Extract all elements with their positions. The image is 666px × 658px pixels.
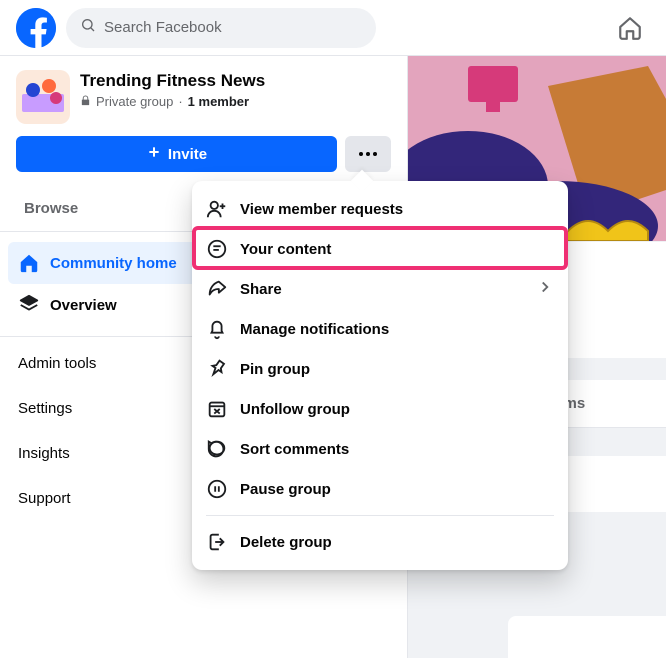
- group-avatar[interactable]: [16, 70, 70, 124]
- sidebar-item-label: Community home: [50, 255, 177, 272]
- menu-item-pin-group[interactable]: Pin group: [192, 349, 568, 389]
- sidebar-item-label: Overview: [50, 297, 117, 314]
- menu-item-share[interactable]: Share: [192, 269, 568, 309]
- menu-item-unfollow-group[interactable]: Unfollow group: [192, 389, 568, 429]
- menu-label: Manage notifications: [240, 321, 389, 338]
- home-icon: [18, 252, 40, 274]
- search-icon: [80, 17, 96, 38]
- separator-dot: ·: [178, 94, 182, 109]
- comment-icon: [206, 438, 228, 460]
- menu-label: View member requests: [240, 201, 403, 218]
- menu-item-sort-comments[interactable]: Sort comments: [192, 429, 568, 469]
- unfollow-icon: [206, 398, 228, 420]
- menu-label: Your content: [240, 241, 331, 258]
- more-options-button[interactable]: [345, 136, 391, 172]
- facebook-logo[interactable]: [16, 8, 56, 48]
- search-input[interactable]: Search Facebook: [66, 8, 376, 48]
- bell-icon: [206, 318, 228, 340]
- pause-icon: [206, 478, 228, 500]
- tab-browse[interactable]: Browse: [0, 186, 102, 231]
- lock-icon: [80, 94, 91, 109]
- invite-label: Invite: [168, 146, 207, 163]
- menu-label: Sort comments: [240, 441, 349, 458]
- menu-separator: [206, 515, 554, 516]
- action-buttons: Invite: [0, 124, 407, 186]
- content-icon: [206, 238, 228, 260]
- menu-item-your-content[interactable]: Your content: [192, 229, 568, 269]
- menu-label: Share: [240, 281, 282, 298]
- menu-item-manage-notifications[interactable]: Manage notifications: [192, 309, 568, 349]
- invite-button[interactable]: Invite: [16, 136, 337, 172]
- chevron-right-icon: [536, 278, 554, 300]
- menu-item-view-member-requests[interactable]: View member requests: [192, 189, 568, 229]
- ellipsis-icon: [359, 152, 377, 156]
- menu-item-pause-group[interactable]: Pause group: [192, 469, 568, 509]
- plus-icon: [146, 144, 162, 164]
- more-options-menu: View member requests Your content Share …: [192, 181, 568, 570]
- home-button[interactable]: [610, 8, 650, 48]
- search-placeholder: Search Facebook: [104, 19, 222, 36]
- group-privacy: Private group: [96, 94, 173, 109]
- menu-label: Delete group: [240, 534, 332, 551]
- menu-label: Unfollow group: [240, 401, 350, 418]
- group-name[interactable]: Trending Fitness News: [80, 70, 265, 92]
- group-info: Trending Fitness News Private group · 1 …: [80, 70, 265, 109]
- share-icon: [206, 278, 228, 300]
- menu-label: Pause group: [240, 481, 331, 498]
- person-plus-icon: [206, 198, 228, 220]
- group-header: Trending Fitness News Private group · 1 …: [0, 56, 407, 124]
- top-bar: Search Facebook: [0, 0, 666, 56]
- menu-label: Pin group: [240, 361, 310, 378]
- layers-icon: [18, 294, 40, 316]
- pin-icon: [206, 358, 228, 380]
- feed-card: [508, 616, 666, 658]
- exit-icon: [206, 531, 228, 553]
- menu-item-delete-group[interactable]: Delete group: [192, 522, 568, 562]
- group-member-count: 1 member: [188, 94, 249, 109]
- group-subtitle: Private group · 1 member: [80, 94, 265, 109]
